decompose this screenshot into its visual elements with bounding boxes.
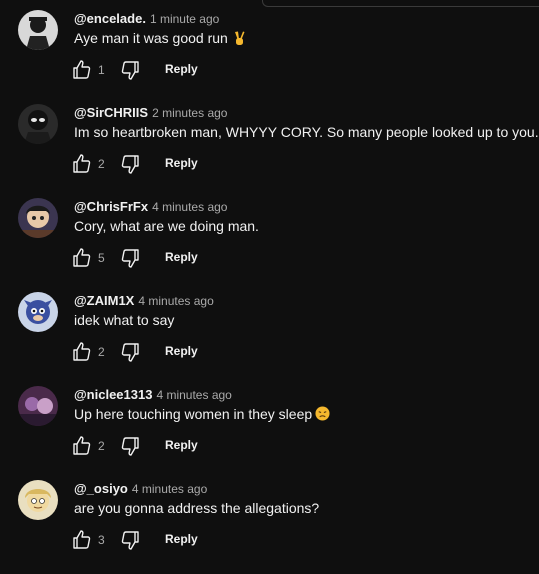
timestamp[interactable]: 2 minutes ago (152, 106, 227, 120)
comment-text: Up here touching women in they sleep (74, 406, 330, 424)
thumbs-up-icon[interactable] (70, 528, 94, 552)
thumbs-up-icon[interactable] (70, 340, 94, 364)
comment-text: are you gonna address the allegations? (74, 500, 320, 516)
thumbs-down-icon[interactable] (118, 340, 142, 364)
reply-button[interactable]: Reply (165, 156, 198, 170)
comment-header: @_osiyo 4 minutes ago (74, 480, 207, 498)
comment-header: @ZAIM1X 4 minutes ago (74, 292, 214, 310)
like-count: 2 (98, 157, 105, 171)
author-name[interactable]: @encelade. (74, 11, 146, 26)
reply-button[interactable]: Reply (165, 250, 198, 264)
thumbs-down-icon[interactable] (118, 58, 142, 82)
avatar[interactable] (18, 104, 58, 144)
comment-actions: 1 Reply (70, 58, 370, 82)
avatar[interactable] (18, 480, 58, 520)
thumbs-up-icon[interactable] (70, 152, 94, 176)
comment-actions: 5 Reply (70, 246, 370, 270)
comment-item: @encelade. 1 minute ago Aye man it was go… (0, 10, 539, 104)
comment-text: Aye man it was good run (74, 30, 247, 49)
timestamp[interactable]: 1 minute ago (150, 12, 219, 26)
victory-hand-icon (231, 30, 247, 49)
reply-button[interactable]: Reply (165, 344, 198, 358)
thumbs-up-icon[interactable] (70, 58, 94, 82)
timestamp[interactable]: 4 minutes ago (152, 200, 227, 214)
comment-item: @niclee1313 4 minutes ago Up here touchin… (0, 386, 539, 480)
top-edge-border (262, 0, 539, 7)
comment-item: @_osiyo 4 minutes ago are you gonna addre… (0, 480, 539, 574)
comment-actions: 2 Reply (70, 434, 370, 458)
timestamp[interactable]: 4 minutes ago (138, 294, 213, 308)
thumbs-down-icon[interactable] (118, 434, 142, 458)
avatar[interactable] (18, 292, 58, 332)
comment-header: @ChrisFrFx 4 minutes ago (74, 198, 227, 216)
timestamp[interactable]: 4 minutes ago (132, 482, 207, 496)
comment-item: @ChrisFrFx 4 minutes ago Cory, what are w… (0, 198, 539, 292)
comment-text: idek what to say (74, 312, 175, 328)
thumbs-down-icon[interactable] (118, 246, 142, 270)
like-count: 1 (98, 63, 105, 77)
persevering-face-icon (315, 406, 330, 424)
comment-text-content: Aye man it was good run (74, 30, 228, 47)
reply-button[interactable]: Reply (165, 532, 198, 546)
comment-text-content: Up here touching women in they sleep (74, 406, 313, 422)
comment-item: @ZAIM1X 4 minutes ago idek what to say 2 … (0, 292, 539, 386)
author-name[interactable]: @_osiyo (74, 481, 128, 496)
author-name[interactable]: @niclee1313 (74, 387, 152, 402)
like-count: 2 (98, 345, 105, 359)
like-count: 5 (98, 251, 105, 265)
avatar[interactable] (18, 10, 58, 50)
reply-button[interactable]: Reply (165, 62, 198, 76)
thumbs-up-icon[interactable] (70, 246, 94, 270)
like-count: 2 (98, 439, 105, 453)
thumbs-down-icon[interactable] (118, 152, 142, 176)
comment-header: @niclee1313 4 minutes ago (74, 386, 232, 404)
like-count: 3 (98, 533, 105, 547)
avatar[interactable] (18, 386, 58, 426)
author-name[interactable]: @ChrisFrFx (74, 199, 148, 214)
author-name[interactable]: @ZAIM1X (74, 293, 134, 308)
comment-header: @SirCHRIIS 2 minutes ago (74, 104, 227, 122)
comment-item: @SirCHRIIS 2 minutes ago Im so heartbroke… (0, 104, 539, 198)
comment-header: @encelade. 1 minute ago (74, 10, 219, 28)
author-name[interactable]: @SirCHRIIS (74, 105, 148, 120)
reply-button[interactable]: Reply (165, 438, 198, 452)
comment-actions: 2 Reply (70, 340, 370, 364)
comment-text: Cory, what are we doing man. (74, 218, 259, 234)
thumbs-down-icon[interactable] (118, 528, 142, 552)
thumbs-up-icon[interactable] (70, 434, 94, 458)
timestamp[interactable]: 4 minutes ago (156, 388, 231, 402)
comment-actions: 3 Reply (70, 528, 370, 552)
comment-text: Im so heartbroken man, WHYYY CORY. So ma… (74, 124, 539, 140)
comment-actions: 2 Reply (70, 152, 370, 176)
avatar[interactable] (18, 198, 58, 238)
